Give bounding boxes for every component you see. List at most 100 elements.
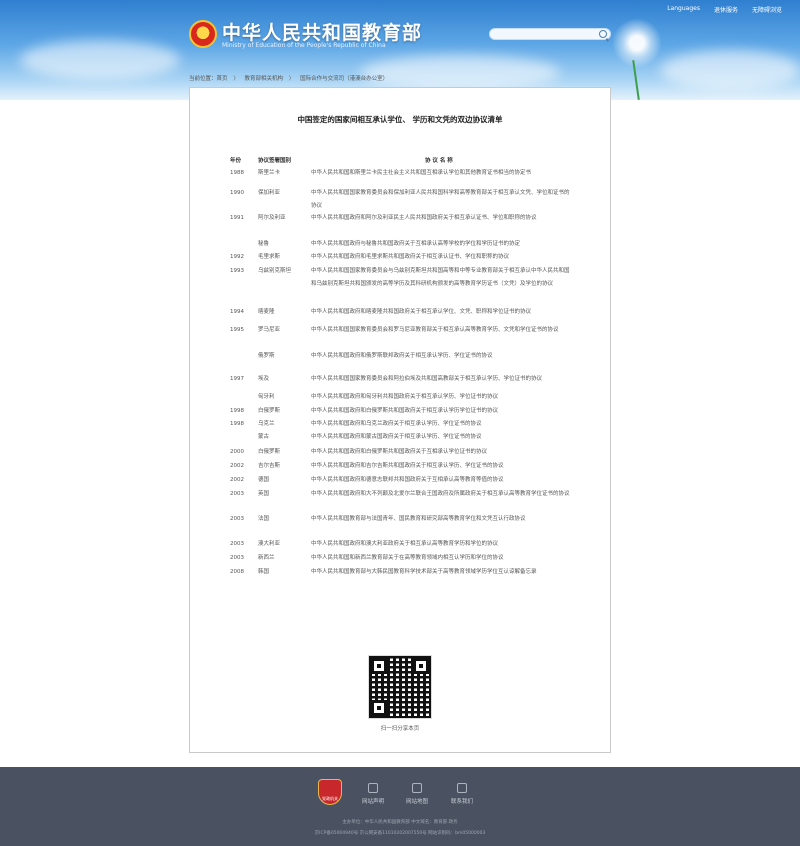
site-statement-link[interactable]: 网站声明 — [355, 783, 391, 805]
cell-agreement-name: 中华人民共和国政府和白俄罗斯共和国政府关于互相承认学位证书的协议 — [311, 449, 488, 455]
cell-country: 乌兹别克斯坦 — [258, 268, 292, 274]
cell-year: 2002 — [230, 463, 244, 469]
document-title: 中国签定的国家间相互承认学位、 学历和文凭的双边协议清单 — [297, 115, 503, 124]
document-icon — [368, 783, 378, 793]
cell-agreement-name: 中华人民共和国政府和喀麦隆共和国政府关于相互承认学位、文凭、职称和学位证书的协议 — [311, 309, 532, 315]
cell-year: 1992 — [230, 254, 244, 260]
qr-finder — [371, 658, 387, 674]
retiree-service-link[interactable]: 退休服务 — [714, 5, 738, 14]
cell-year: 2002 — [230, 477, 244, 483]
cell-country: 罗马尼亚 — [258, 327, 281, 333]
cell-agreement-name: 中华人民共和国政府和澳大利亚政府关于相互承认高等教育学历和学位的协议 — [311, 541, 499, 547]
cell-country: 德国 — [258, 477, 270, 483]
column-header-country: 协议签署国别 — [258, 158, 292, 164]
cell-agreement-name: 中华人民共和国政府和蒙古国政府关于相互承认学历、学位证书的协议 — [311, 434, 482, 440]
languages-link[interactable]: Languages — [667, 5, 700, 14]
cell-agreement-name: 中华人民共和国国家教育委员会和保加利亚人民共和国科学和高等教育部关于相互承认文凭… — [311, 190, 570, 209]
breadcrumb-home[interactable]: 当前位置：首页 — [189, 76, 228, 82]
cell-agreement-name: 中华人民共和国政府和匈牙利共和国政府关于相互承认学历、学位证书的协议 — [311, 394, 499, 400]
footer-link-label: 网站地图 — [405, 799, 428, 805]
cell-year: 1998 — [230, 421, 244, 427]
search-input[interactable] — [496, 38, 601, 48]
cell-agreement-name: 中华人民共和国政府和德意志联邦共和国政府关于互相承认高等教育等值的协议 — [311, 477, 504, 483]
footer-registration: 京ICP备05004940号 京公网安备11010202007550号 网站识别… — [314, 831, 486, 836]
accessibility-link[interactable]: 无障碍浏览 — [752, 5, 782, 14]
column-header-name: 协 议 名 称 — [425, 158, 453, 164]
cell-country: 英国 — [258, 491, 270, 497]
cell-country: 韩国 — [258, 569, 270, 575]
cell-agreement-name: 中华人民共和国和新西兰教育部关于在高等教育领域内相互认学历和学位的协议 — [311, 555, 504, 561]
footer-info: 主办单位：中华人民共和国教育部 中文域名：教育部.政务 — [342, 820, 458, 825]
cell-country: 保加利亚 — [258, 190, 281, 196]
cell-year: 1991 — [230, 215, 244, 221]
national-emblem-icon — [189, 20, 217, 48]
top-links: Languages 退休服务 无障碍浏览 — [667, 5, 782, 14]
cell-country: 吉尔吉斯 — [258, 463, 281, 469]
contact-us-link[interactable]: 联系我们 — [444, 783, 480, 805]
search-box — [489, 28, 611, 48]
breadcrumb-institutions[interactable]: 教育部相关机构 — [245, 76, 284, 82]
cell-country: 白俄罗斯 — [258, 408, 281, 414]
cell-agreement-name: 中华人民共和国政府和吉尔吉斯共和国政府关于相互承认学历、学位证书的协议 — [311, 463, 504, 469]
qr-finder — [371, 700, 387, 716]
qr-finder — [413, 658, 429, 674]
qr-code — [368, 655, 432, 719]
cell-country: 俄罗斯 — [258, 353, 275, 359]
cell-year: 2003 — [230, 491, 244, 497]
cell-agreement-name: 中华人民共和国教育部与法国青年、国民教育和研究部高等教育学位和文凭互认行政协议 — [311, 516, 526, 522]
sitemap-icon — [412, 783, 422, 793]
site-subtitle: Ministry of Education of the People's Re… — [222, 42, 386, 49]
qr-caption: 扫一扫分享本页 — [380, 726, 420, 732]
cell-year: 1993 — [230, 268, 244, 274]
cell-agreement-name: 中华人民共和国政府和毛里求斯共和国政府关于相互承认证书、学位和职称的协议 — [311, 254, 510, 260]
cell-country: 澳大利亚 — [258, 541, 281, 547]
cloud-decoration — [360, 55, 560, 90]
cell-year: 1995 — [230, 327, 244, 333]
breadcrumb: 当前位置：首页 〉 教育部相关机构 〉 国际合作与交流司（港澳台办公室） — [189, 74, 392, 82]
cell-agreement-name: 中华人民共和国政府和阿尔及利亚民主人民共和国政府关于相互承认证书、学位和职称的协… — [311, 215, 537, 221]
breadcrumb-separator: 〉 — [288, 76, 295, 82]
cell-agreement-name: 中华人民共和国政府和俄罗斯联邦政府关于相互承认学历、学位证书的协议 — [311, 353, 493, 359]
cell-year: 1997 — [230, 376, 244, 382]
cell-agreement-name: 中华人民共和国和斯里兰卡民主社会主义共和国互相承认学位和其他教育证书相当的协定书 — [311, 170, 532, 176]
cell-year: 2008 — [230, 569, 244, 575]
cell-country: 埃及 — [258, 376, 270, 382]
footer-logo-label: 党政机关 — [322, 796, 338, 801]
cell-agreement-name: 中华人民共和国国家教育委员会和阿拉伯埃及共和国高教部关于相互承认学历、学位证书的… — [311, 376, 543, 382]
cell-year: 1994 — [230, 309, 244, 315]
cell-country: 白俄罗斯 — [258, 449, 281, 455]
cell-agreement-name: 中华人民共和国政府和乌克兰政府关于相互承认学历、学位证书的协议 — [311, 421, 482, 427]
column-header-year: 年份 — [230, 158, 242, 164]
cell-country: 喀麦隆 — [258, 309, 275, 315]
cell-year: 1998 — [230, 408, 244, 414]
search-icon[interactable] — [599, 30, 607, 38]
breadcrumb-separator: 〉 — [233, 76, 239, 82]
cell-country: 匈牙利 — [258, 394, 275, 400]
cell-year: 1990 — [230, 190, 244, 196]
site-title[interactable]: 中华人民共和国教育部 — [222, 18, 422, 45]
cell-country: 法国 — [258, 516, 270, 522]
cloud-decoration — [660, 50, 800, 90]
cell-agreement-name: 中华人民共和国政府和白俄罗斯共和国政府关于相互承认学历学位证书的协议 — [311, 408, 499, 414]
cell-agreement-name: 中华人民共和国教育部与大韩民国教育科学技术部关于高等教育领域学历学位互认谅解备忘… — [311, 569, 537, 575]
cell-agreement-name: 中华人民共和国政府和大不列颠及北爱尔兰联合王国政府及所属政府关于相互承认高等教育… — [311, 491, 570, 497]
contact-icon — [457, 783, 467, 793]
cell-country: 秘鲁 — [258, 241, 270, 247]
content-panel: 中国签定的国家间相互承认学位、 学历和文凭的双边协议清单 年份 协议签署国别 协… — [189, 87, 611, 753]
site-header: 中华人民共和国教育部 Ministry of Education of the … — [0, 0, 800, 100]
cell-year: 2003 — [230, 555, 244, 561]
cell-year: 2003 — [230, 516, 244, 522]
cell-year: 2000 — [230, 449, 244, 455]
breadcrumb-department[interactable]: 国际合作与交流司（港澳台办公室） — [300, 76, 388, 82]
site-map-link[interactable]: 网站地图 — [399, 783, 435, 805]
dandelion-decoration — [612, 18, 662, 68]
cell-country: 新西兰 — [258, 555, 275, 561]
cell-country: 乌克兰 — [258, 421, 275, 427]
cloud-decoration — [20, 40, 180, 80]
site-footer: 党政机关 网站声明 网站地图 联系我们 主办单位：中华人民共和国教育部 中文域名… — [0, 767, 800, 846]
cell-agreement-name: 中华人民共和国国家教育委员会和罗马尼亚教育部关于相互承认高等教育学历、文凭和学位… — [311, 327, 559, 333]
cell-country: 蒙古 — [258, 434, 270, 440]
cell-year: 2003 — [230, 541, 244, 547]
cell-agreement-name: 中华人民共和国国家教育委员会与乌兹别克斯坦共和国高等和中等专业教育部关于相互承认… — [311, 268, 570, 287]
cell-year: 1988 — [230, 170, 244, 176]
